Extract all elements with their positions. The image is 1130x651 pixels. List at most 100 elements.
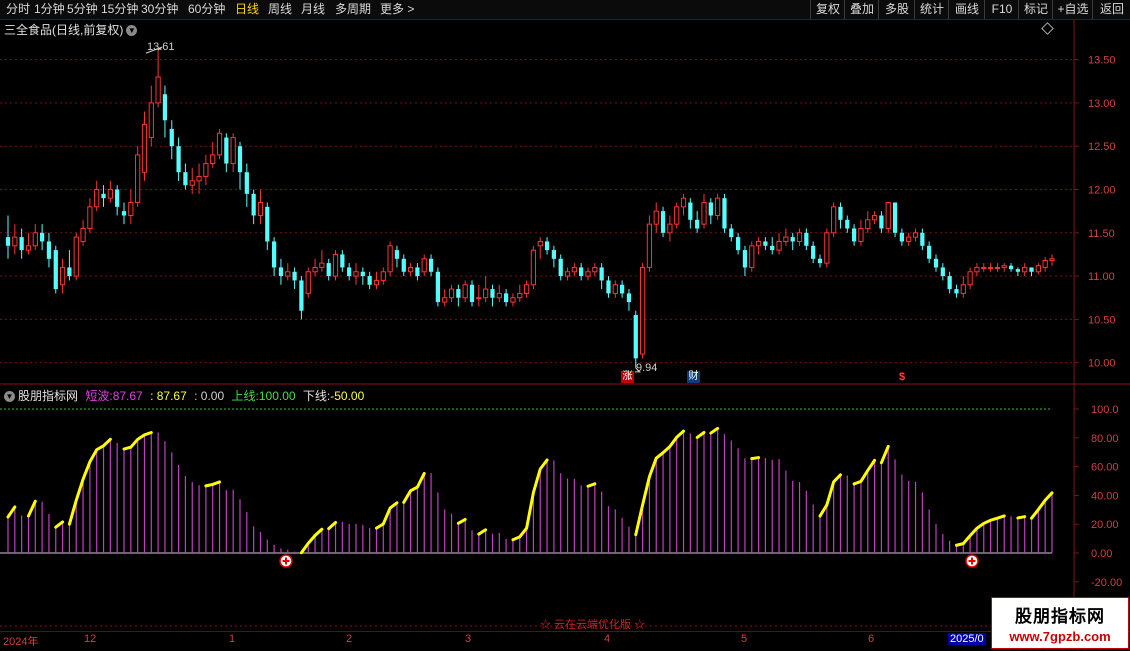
candle-body [155, 76, 161, 104]
rising-segment [67, 437, 112, 526]
candle-body [695, 219, 700, 229]
candle-body [947, 276, 952, 290]
f10-button[interactable]: F10 [984, 0, 1019, 19]
candle-body [251, 193, 256, 216]
candle-body [196, 176, 202, 182]
date-label: 12 [84, 633, 97, 645]
site-watermark: 股朋指标网 www.7gpzb.com [991, 597, 1129, 649]
candle-body [428, 258, 434, 272]
buy-signal-icon[interactable] [279, 554, 293, 568]
adjust-button[interactable]: 复权 [810, 0, 845, 19]
candle-body [537, 240, 543, 247]
rising-segment [818, 473, 842, 518]
candle-body [899, 232, 904, 242]
diamond-icon[interactable] [1041, 22, 1054, 35]
candle-body [967, 271, 973, 286]
candle-body [667, 223, 673, 234]
multi-stock-button[interactable]: 多股 [878, 0, 915, 19]
candle-body [1008, 265, 1014, 270]
price-axis-tick: 13.00 [1088, 98, 1116, 110]
candle-body [708, 202, 713, 216]
date-label: 4 [604, 633, 611, 645]
period-tab-multi[interactable]: 多周期 [335, 2, 371, 17]
candle-body [660, 211, 666, 233]
candle-body [462, 284, 468, 299]
candle-body [763, 241, 768, 246]
rising-segment [402, 471, 426, 504]
period-tab-5min[interactable]: 5分钟 [67, 2, 98, 17]
period-tab-daily[interactable]: 日线 [235, 2, 259, 17]
candle-body [107, 189, 113, 199]
period-tab-30min[interactable]: 30分钟 [141, 2, 178, 17]
overlay-button[interactable]: 叠加 [844, 0, 879, 19]
candle-body [653, 210, 659, 225]
candle-body [523, 284, 530, 294]
candle-body [407, 266, 414, 273]
period-tab-weekly[interactable]: 周线 [268, 2, 292, 17]
candle-body [135, 154, 141, 204]
candle-body [456, 289, 461, 298]
candle-body [224, 137, 229, 164]
candle-body [606, 280, 611, 294]
dividend-marker[interactable]: $ [899, 371, 905, 383]
chevron-down-icon[interactable]: ▼ [126, 25, 138, 37]
candle-body [796, 232, 803, 242]
date-label: 3 [465, 633, 472, 645]
period-tab-monthly[interactable]: 月线 [301, 2, 325, 17]
rising-segment [122, 431, 153, 451]
candle-body [326, 263, 331, 277]
limit-up-marker[interactable]: 涨 [621, 371, 634, 383]
candle-body [347, 267, 352, 277]
candle-body [176, 146, 181, 173]
indicator-name[interactable]: 股朋指标网 [18, 389, 78, 403]
main-chart-title: 三全食品(日线,前复权) ▼ [4, 21, 138, 38]
mark-button[interactable]: 标记 [1018, 0, 1053, 19]
candle-body [87, 206, 93, 229]
candle-body [183, 172, 188, 186]
add-watchlist-button[interactable]: +自选 [1052, 0, 1093, 19]
candle-body [1042, 260, 1048, 268]
buy-signal-icon[interactable] [965, 554, 979, 568]
candle-body [722, 198, 727, 229]
candle-body [380, 271, 386, 281]
candle-body [858, 227, 864, 242]
candle-body [121, 211, 127, 216]
stats-button[interactable]: 统计 [914, 0, 949, 19]
rising-segment [26, 499, 37, 518]
candle-body [421, 258, 427, 273]
price-axis-tick: 12.00 [1088, 185, 1116, 197]
candle-body [790, 237, 795, 242]
period-tab-timeshare[interactable]: 分时 [6, 2, 30, 17]
low-price-label: 9.94 [636, 362, 658, 374]
rising-segment [477, 528, 488, 536]
candle-body [920, 232, 925, 246]
rising-segment [327, 520, 338, 531]
period-tab-15min[interactable]: 15分钟 [101, 2, 138, 17]
candle-body [646, 223, 653, 268]
chevron-down-icon[interactable]: ▼ [4, 391, 15, 403]
rising-segment [1030, 491, 1054, 520]
candle-body [367, 276, 372, 285]
price-axis-tick: 10.50 [1088, 314, 1116, 326]
candle-body [216, 132, 223, 156]
candle-body [871, 214, 878, 221]
period-tab-more[interactable]: 更多 > [380, 2, 414, 17]
indicator-axis-tick: 40.00 [1091, 490, 1119, 502]
finance-marker[interactable]: 财 [687, 371, 700, 383]
candle-body [394, 250, 400, 259]
rising-segment [204, 480, 222, 488]
candle-body [544, 241, 550, 251]
candle-body [674, 206, 680, 225]
period-tab-60min[interactable]: 60分钟 [188, 2, 225, 17]
candle-body [852, 228, 857, 242]
candle-body [1001, 265, 1007, 268]
draw-line-button[interactable]: 画线 [948, 0, 985, 19]
candle-body [32, 232, 38, 247]
candle-body [558, 258, 563, 277]
date-label-current: 2025/0 [948, 633, 986, 645]
back-button[interactable]: 返回 [1092, 0, 1130, 19]
upper-line-value: 100.00 [258, 389, 296, 403]
candle-body [189, 180, 195, 186]
period-tab-1min[interactable]: 1分钟 [34, 2, 65, 17]
rising-segment [695, 431, 706, 439]
